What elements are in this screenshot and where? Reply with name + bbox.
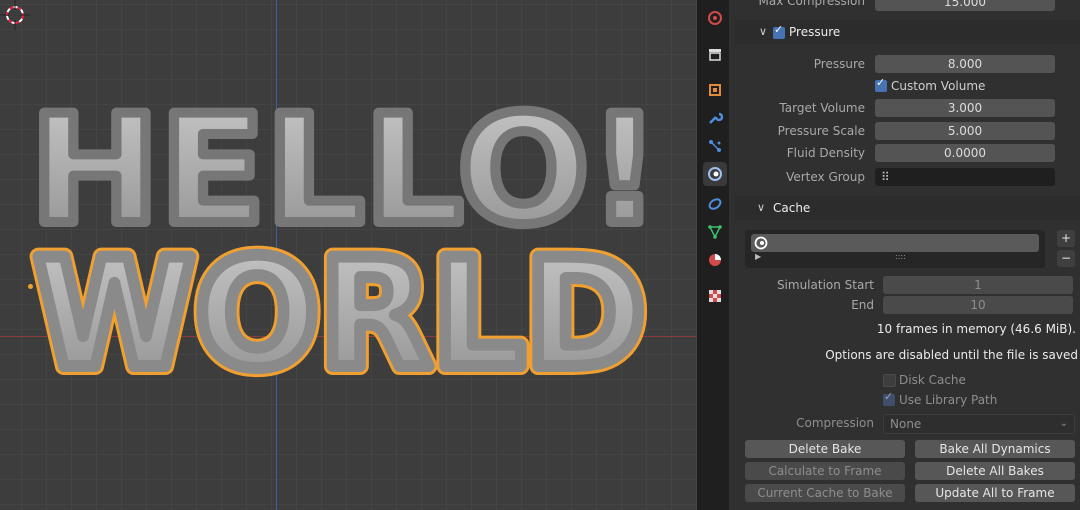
bake-all-dynamics-button[interactable]: Bake All Dynamics (915, 440, 1075, 458)
tab-texture[interactable] (703, 284, 727, 308)
expand-triangle-icon[interactable]: ▶ (755, 252, 761, 261)
pressure-label: Pressure (813, 57, 865, 71)
cache-list[interactable]: ▶ :::: (745, 230, 1045, 268)
tab-data[interactable] (703, 220, 727, 244)
max-compression-label: Max Compression (758, 0, 866, 8)
pressure-section-title: Pressure (789, 25, 841, 39)
physics-properties-panel: Max Compression 15.000 ∨ Pressure Pressu… (729, 0, 1080, 510)
constraints-icon (708, 198, 722, 210)
pressure-section-header[interactable]: ∨ Pressure (735, 20, 1080, 44)
pressure-scale-label: Pressure Scale (777, 124, 865, 138)
compression-value: None (890, 417, 922, 431)
cache-section-title: Cache (773, 201, 811, 215)
delete-all-bakes-button[interactable]: Delete All Bakes (915, 462, 1075, 480)
vertex-group-field[interactable]: ⠿ (875, 168, 1055, 186)
3d-cursor-icon (0, 0, 30, 30)
tab-constraints[interactable] (703, 192, 727, 216)
update-all-to-frame-button[interactable]: Update All to Frame (915, 484, 1075, 502)
pressure-field[interactable]: 8.000 (875, 55, 1055, 73)
add-cache-button[interactable]: + (1057, 230, 1075, 247)
current-cache-to-bake-button[interactable]: Current Cache to Bake (745, 484, 905, 502)
tab-collection[interactable] (703, 42, 727, 66)
tab-physics[interactable] (703, 162, 727, 186)
end-field[interactable]: 10 (883, 296, 1073, 314)
list-resize-grip[interactable]: :::: (895, 252, 906, 261)
delete-bake-button[interactable]: Delete Bake (745, 440, 905, 458)
tab-particles[interactable] (703, 134, 727, 158)
particles-icon (709, 140, 721, 152)
calculate-to-frame-button[interactable]: Calculate to Frame (745, 462, 905, 480)
end-label: End (851, 298, 874, 312)
inflated-text-objects: HELLO! WORLD WORLD (25, 79, 665, 411)
pressure-enable-checkbox[interactable] (773, 23, 785, 39)
disabled-info-text: Options are disabled until the file is s… (825, 348, 1078, 362)
disk-cache-label: Disk Cache (899, 373, 966, 387)
pressure-scale-field[interactable]: 5.000 (875, 122, 1055, 140)
cache-list-item[interactable] (751, 234, 1039, 252)
cache-section-header[interactable]: ∨ Cache (735, 196, 1080, 220)
compression-label: Compression (796, 416, 874, 430)
tab-object[interactable] (703, 78, 727, 102)
chevron-down-icon: ∨ (757, 201, 766, 214)
memory-info-text: 10 frames in memory (46.6 MiB). (876, 322, 1076, 336)
object-icon (709, 84, 721, 96)
custom-volume-label: Custom Volume (891, 79, 986, 93)
simulation-start-label: Simulation Start (776, 278, 874, 292)
chevron-down-icon: ⌄ (1059, 418, 1068, 429)
custom-volume-checkbox[interactable] (875, 76, 887, 92)
compression-dropdown[interactable]: None ⌄ (883, 414, 1075, 434)
physics-cache-icon (754, 236, 768, 250)
simulation-start-field[interactable]: 1 (883, 276, 1073, 294)
vertex-group-icon: ⠿ (881, 170, 890, 184)
wrench-modifier-icon (709, 112, 723, 124)
fluid-density-field[interactable]: 0.0000 (875, 144, 1055, 162)
physics-icon (708, 167, 722, 181)
world-text-object[interactable]: WORLD (28, 222, 652, 408)
tab-world[interactable] (703, 6, 727, 30)
target-volume-label: Target Volume (779, 101, 865, 115)
texture-icon (709, 290, 721, 302)
tab-modifiers[interactable] (703, 106, 727, 130)
data-icon (708, 225, 722, 239)
use-library-path-label: Use Library Path (899, 393, 998, 407)
remove-cache-button[interactable]: − (1057, 250, 1075, 267)
material-icon (709, 254, 721, 266)
vertex-group-label: Vertex Group (786, 170, 865, 184)
max-compression-field[interactable]: 15.000 (875, 0, 1055, 11)
use-library-path-checkbox[interactable] (883, 390, 895, 406)
target-volume-field[interactable]: 3.000 (875, 99, 1055, 117)
chevron-down-icon: ∨ (759, 25, 768, 38)
properties-tab-bar (701, 0, 729, 510)
3d-viewport[interactable]: HELLO! WORLD WORLD (0, 0, 697, 510)
tab-material[interactable] (703, 248, 727, 272)
world-icon (708, 11, 722, 25)
object-origin-dot (28, 284, 33, 289)
disk-cache-checkbox[interactable] (883, 374, 896, 387)
collection-icon (709, 49, 721, 61)
fluid-density-label: Fluid Density (786, 146, 865, 160)
